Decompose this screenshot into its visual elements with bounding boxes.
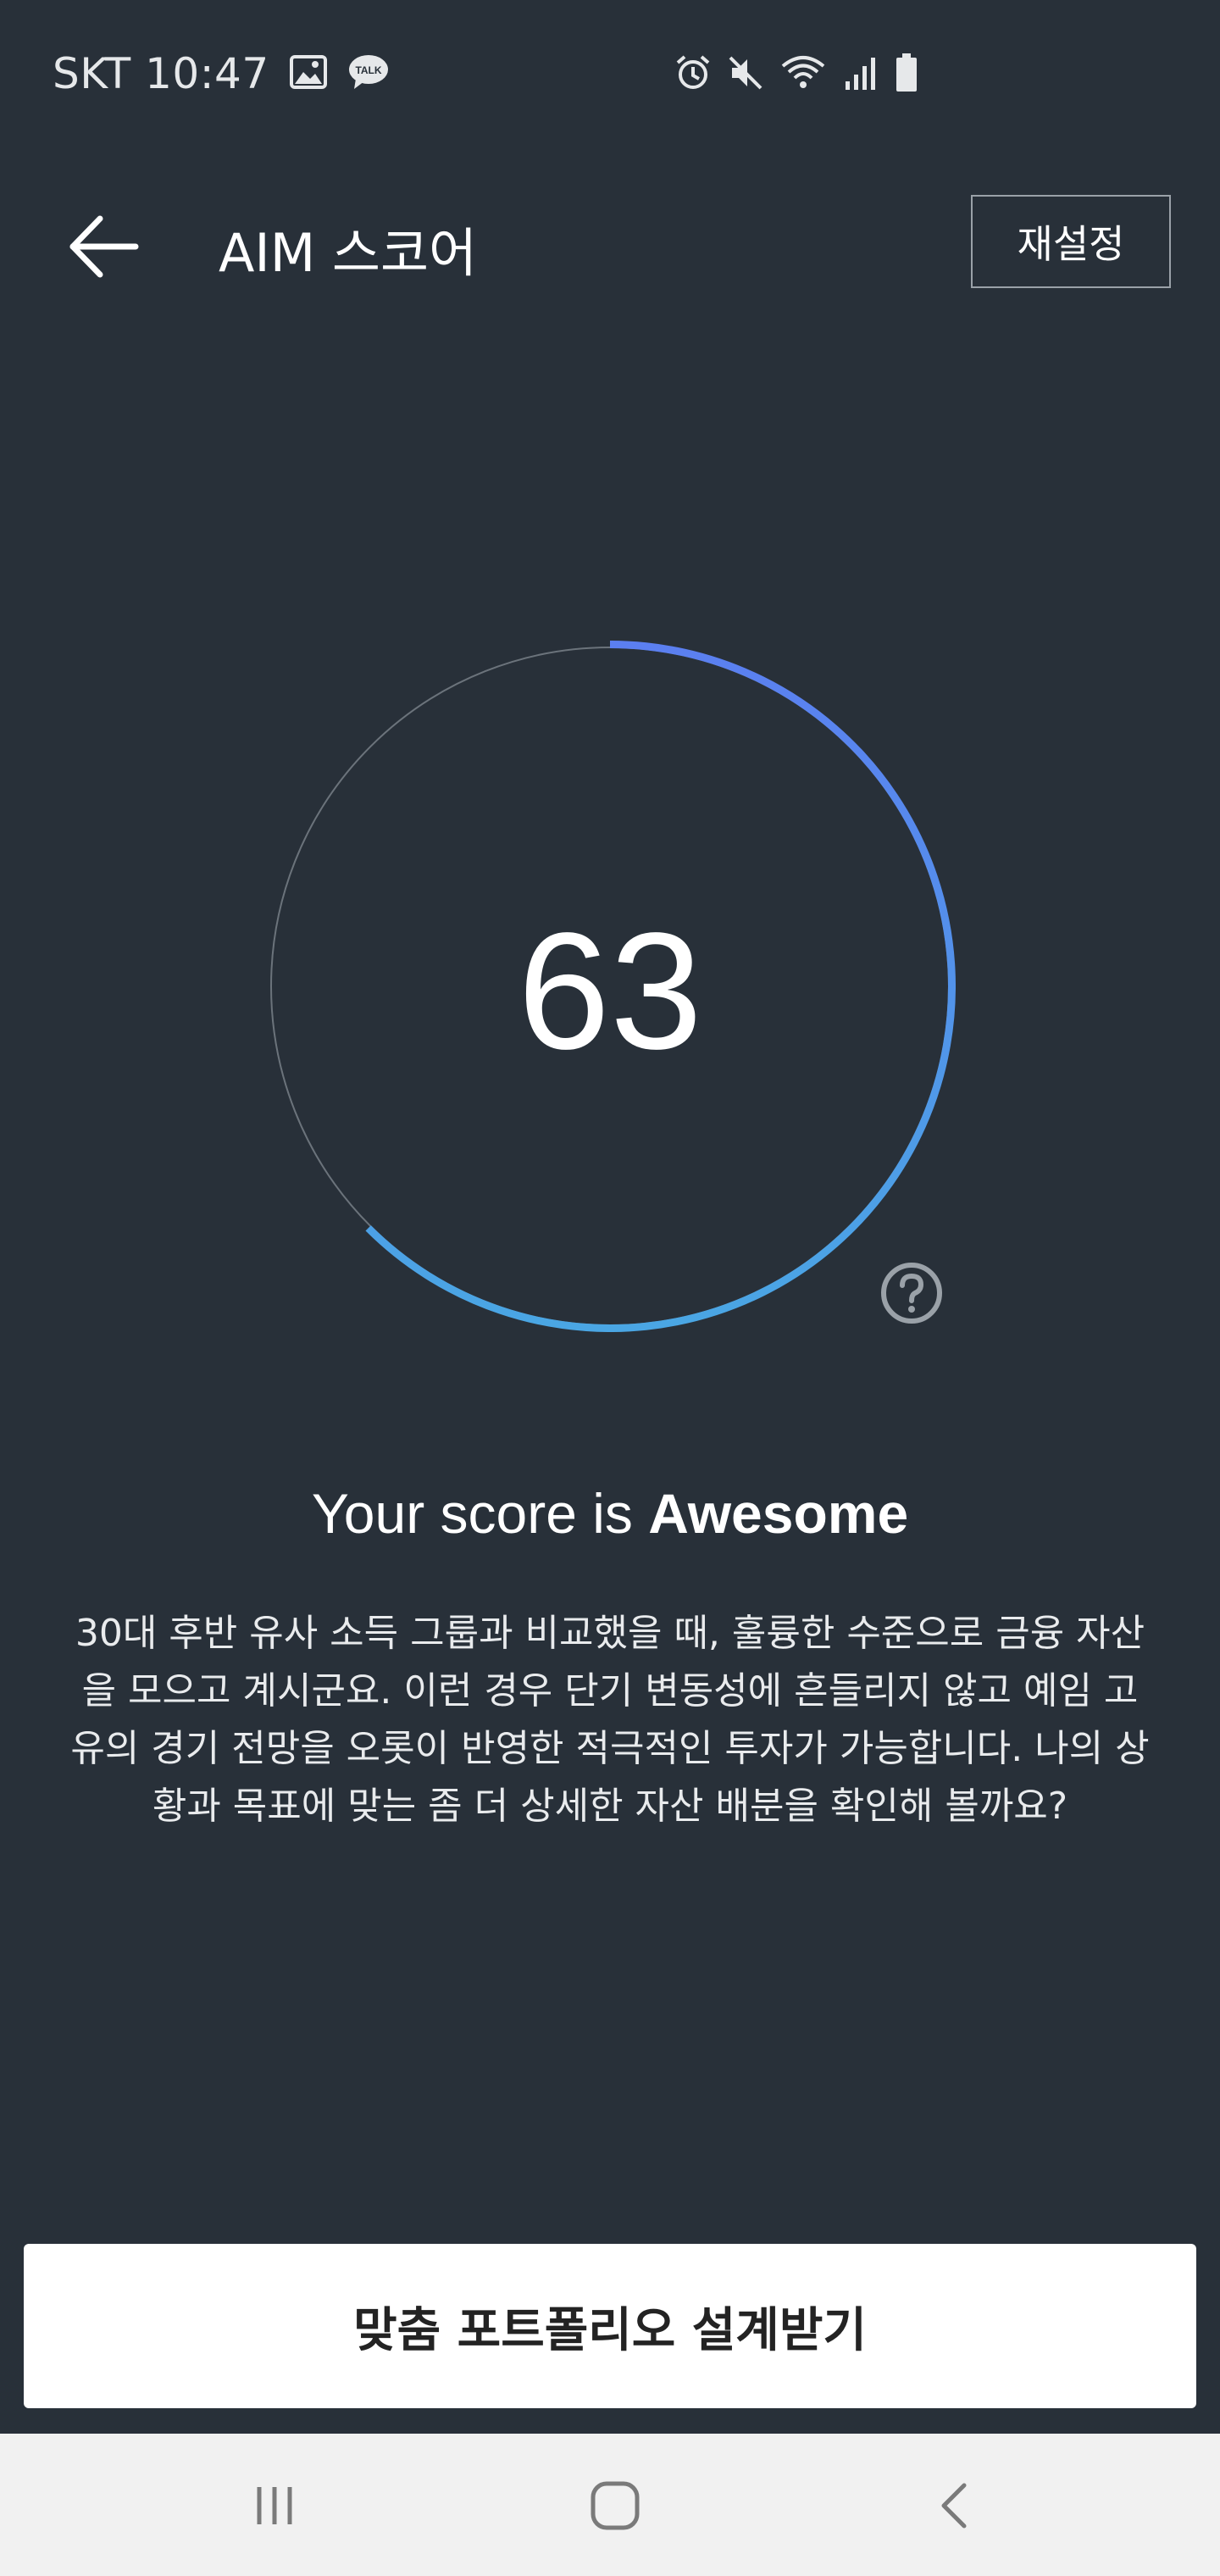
image-icon	[289, 55, 327, 92]
reset-button[interactable]: 재설정	[971, 195, 1171, 288]
portfolio-design-button[interactable]: 맞춤 포트폴리오 설계받기	[24, 2244, 1196, 2408]
status-left: SKT 10:47 TALK	[53, 44, 390, 103]
back-nav-button[interactable]	[905, 2468, 1006, 2544]
talk-icon: TALK	[347, 53, 390, 94]
talk-icon-text: TALK	[355, 64, 381, 76]
score-headline-prefix: Your score is	[311, 1482, 649, 1545]
alarm-icon	[674, 54, 712, 95]
arrow-left-icon	[69, 215, 139, 278]
mute-icon	[727, 54, 764, 95]
question-icon	[881, 1263, 942, 1324]
score-grade: Awesome	[648, 1482, 909, 1545]
recent-apps-icon	[257, 2487, 292, 2524]
score-headline: Your score is Awesome	[0, 1481, 1220, 1546]
status-bar: SKT 10:47 TALK	[0, 0, 1220, 146]
home-icon	[591, 2481, 640, 2530]
score-description: 30대 후반 유사 소득 그룹과 비교했을 때, 훌륭한 수준으로 금융 자산을…	[70, 1612, 1150, 1828]
battery-icon	[895, 53, 918, 96]
carrier-time: SKT 10:47	[53, 49, 269, 98]
back-button[interactable]	[64, 208, 149, 285]
status-right	[674, 47, 918, 102]
wifi-icon	[779, 54, 827, 95]
recent-apps-button[interactable]	[224, 2468, 325, 2544]
back-nav-icon	[941, 2483, 967, 2529]
score-gauge: 63	[264, 641, 956, 1332]
page-title: AIM 스코어	[219, 222, 478, 284]
app-bar: AIM 스코어 재설정	[0, 169, 1220, 319]
score-value: 63	[517, 897, 702, 1084]
signal-icon	[842, 54, 879, 95]
help-button[interactable]	[878, 1259, 946, 1327]
system-nav-bar	[0, 2434, 1220, 2576]
home-button[interactable]	[564, 2468, 666, 2544]
